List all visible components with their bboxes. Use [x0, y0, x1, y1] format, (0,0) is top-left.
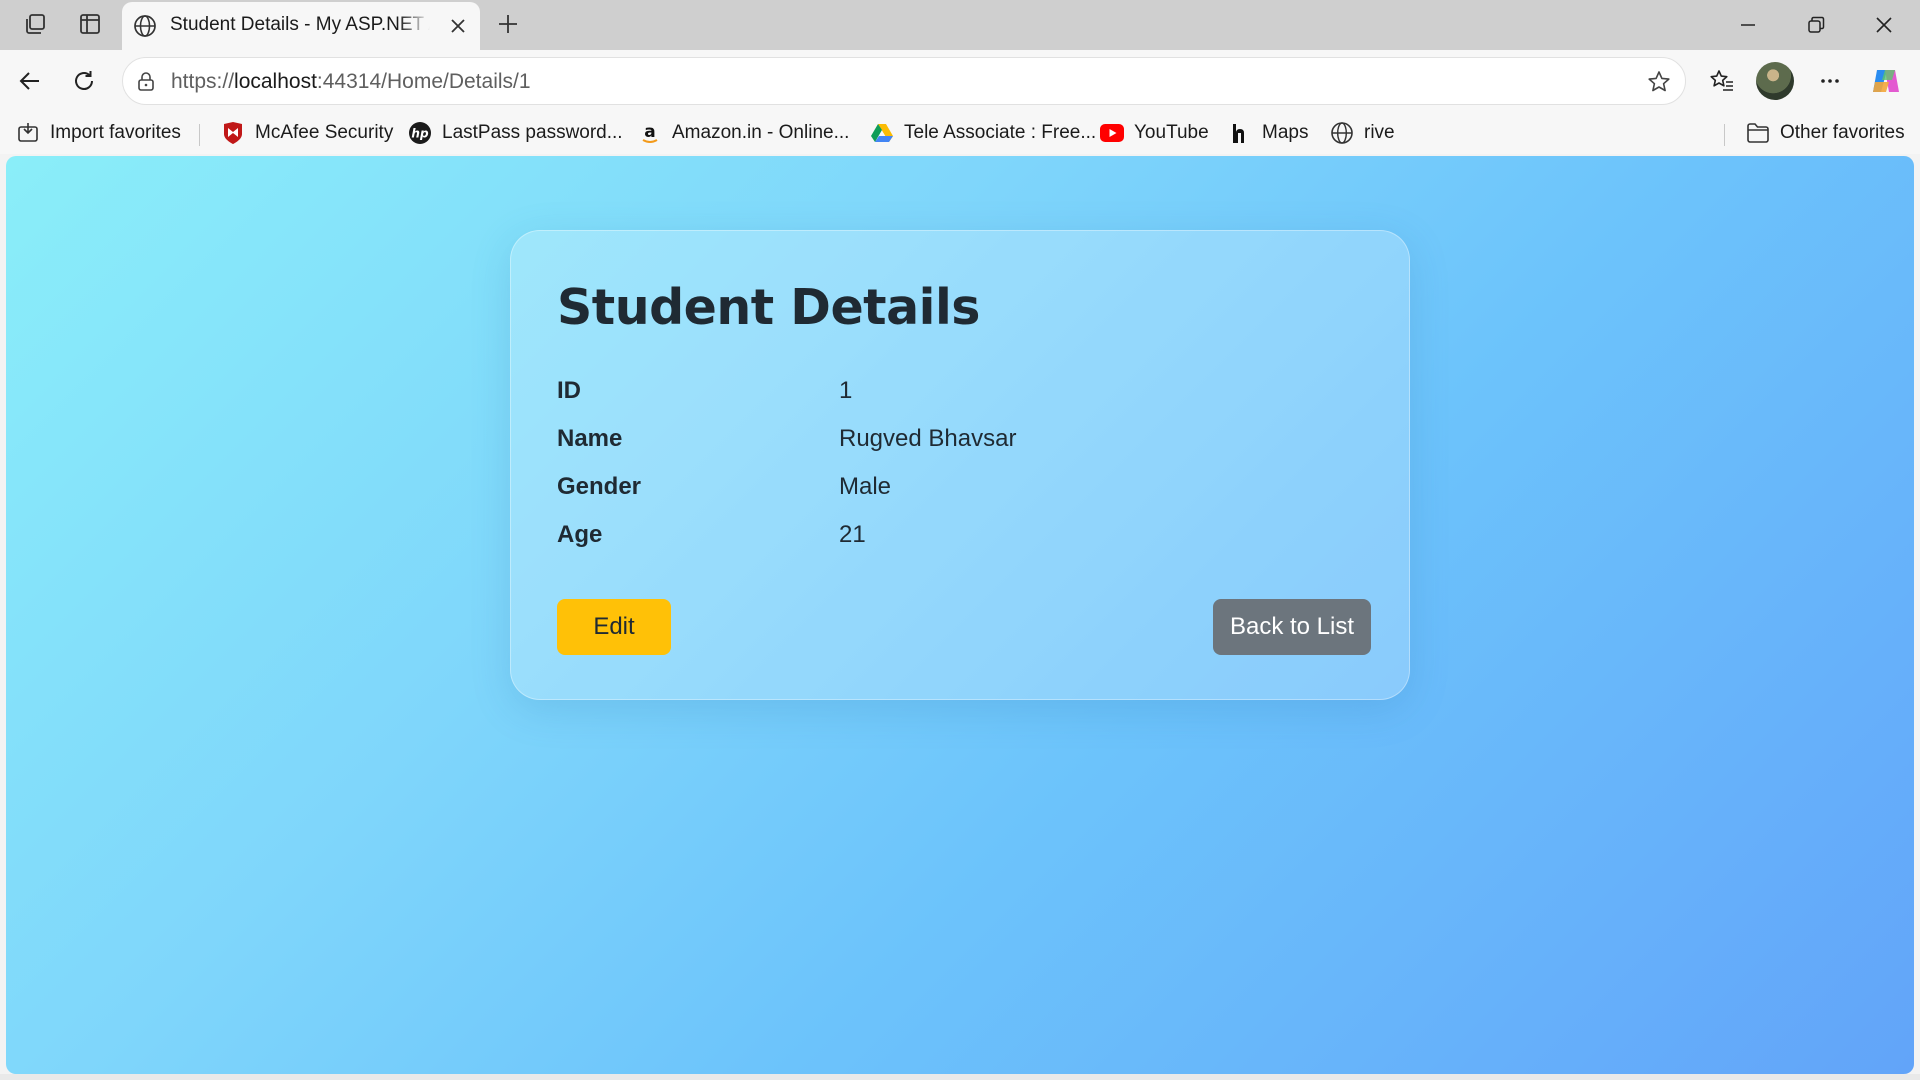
back-arrow-icon[interactable] — [8, 59, 52, 103]
svg-text:a: a — [644, 122, 655, 142]
field-label: Gender — [557, 473, 642, 500]
maps-icon — [1228, 121, 1252, 145]
favorites-bar: Import favorites McAfee Security hp Last… — [0, 112, 1920, 154]
url-scheme: https:// — [171, 70, 235, 93]
workspaces-icon[interactable] — [14, 4, 58, 44]
detail-row-age: Age 21 — [557, 521, 1357, 561]
tab-actions-icon[interactable] — [68, 4, 112, 44]
favorite-label: YouTube — [1134, 122, 1209, 143]
field-label: Name — [557, 425, 623, 452]
amazon-icon: a — [638, 121, 662, 145]
field-value: Male — [839, 473, 892, 500]
favorites-divider — [1724, 124, 1725, 146]
hp-icon: hp — [408, 121, 432, 145]
youtube-icon — [1100, 121, 1124, 145]
browser-toolbar: https://localhost:44314/Home/Details/1 — [0, 50, 1920, 112]
tab-strip: Student Details - My ASP.NET Application — [0, 0, 1920, 50]
favorite-label: McAfee Security — [255, 122, 394, 143]
close-tab-icon[interactable] — [446, 14, 470, 38]
field-value: 1 — [839, 377, 853, 404]
active-tab[interactable]: Student Details - My ASP.NET Application — [122, 2, 480, 50]
favorite-label: Import favorites — [50, 122, 181, 143]
favorite-lastpass[interactable]: hp LastPass password... — [408, 118, 623, 148]
favorite-label: Amazon.in - Online... — [672, 122, 850, 143]
favorite-rive[interactable]: rive — [1330, 118, 1395, 148]
field-label: ID — [557, 377, 581, 404]
field-value: 21 — [839, 521, 866, 548]
address-bar[interactable]: https://localhost:44314/Home/Details/1 — [122, 57, 1686, 105]
url-host: localhost — [234, 70, 317, 93]
detail-row-gender: Gender Male — [557, 473, 1357, 513]
favorite-youtube[interactable]: YouTube — [1100, 118, 1209, 148]
restore-icon[interactable] — [1782, 0, 1850, 50]
lock-icon[interactable] — [133, 68, 159, 94]
add-favorite-star-icon[interactable] — [1645, 68, 1673, 96]
more-options-icon[interactable] — [1808, 59, 1852, 103]
favorite-tele-associate[interactable]: Tele Associate : Free... — [870, 118, 1096, 148]
google-drive-icon — [870, 121, 894, 145]
favorite-label: rive — [1364, 122, 1395, 143]
svg-text:hp: hp — [411, 127, 429, 141]
detail-row-name: Name Rugved Bhavsar — [557, 425, 1357, 465]
import-icon — [16, 121, 40, 145]
favorite-amazon[interactable]: a Amazon.in - Online... — [638, 118, 849, 148]
window-bottom-edge — [0, 1074, 1920, 1080]
favorite-label: Tele Associate : Free... — [904, 122, 1097, 143]
other-favorites-label: Other favorites — [1780, 122, 1905, 143]
student-details-card: Student Details ID 1 Name Rugved Bhavsar… — [510, 230, 1410, 700]
favorite-mcafee[interactable]: McAfee Security — [221, 118, 393, 148]
folder-icon — [1746, 121, 1770, 145]
detail-row-id: ID 1 — [557, 377, 1357, 417]
minimize-icon[interactable] — [1714, 0, 1782, 50]
url-path: :44314/Home/Details/1 — [316, 70, 531, 93]
close-window-icon[interactable] — [1850, 0, 1918, 50]
tab-title: Student Details - My ASP.NET Application — [170, 14, 430, 35]
other-favorites[interactable]: Other favorites — [1746, 118, 1905, 148]
globe-icon — [1330, 121, 1354, 145]
field-label: Age — [557, 521, 603, 548]
new-tab-button[interactable] — [486, 4, 530, 44]
favorites-icon[interactable] — [1700, 59, 1744, 103]
copilot-icon[interactable] — [1864, 59, 1908, 103]
globe-icon — [132, 13, 158, 39]
page-viewport: Student Details ID 1 Name Rugved Bhavsar… — [6, 156, 1914, 1074]
page-title: Student Details — [557, 279, 980, 336]
favorite-maps[interactable]: Maps — [1228, 118, 1308, 148]
back-to-list-button[interactable]: Back to List — [1213, 599, 1371, 655]
refresh-icon[interactable] — [62, 59, 106, 103]
url-text[interactable]: https://localhost:44314/Home/Details/1 — [171, 70, 531, 94]
profile-avatar[interactable] — [1756, 62, 1794, 100]
favorite-label: LastPass password... — [442, 122, 623, 143]
edit-button[interactable]: Edit — [557, 599, 671, 655]
mcafee-icon — [221, 121, 245, 145]
favorites-divider — [199, 124, 200, 146]
favorite-label: Maps — [1262, 122, 1309, 143]
favorite-import[interactable]: Import favorites — [16, 118, 181, 148]
field-value: Rugved Bhavsar — [839, 425, 1017, 452]
